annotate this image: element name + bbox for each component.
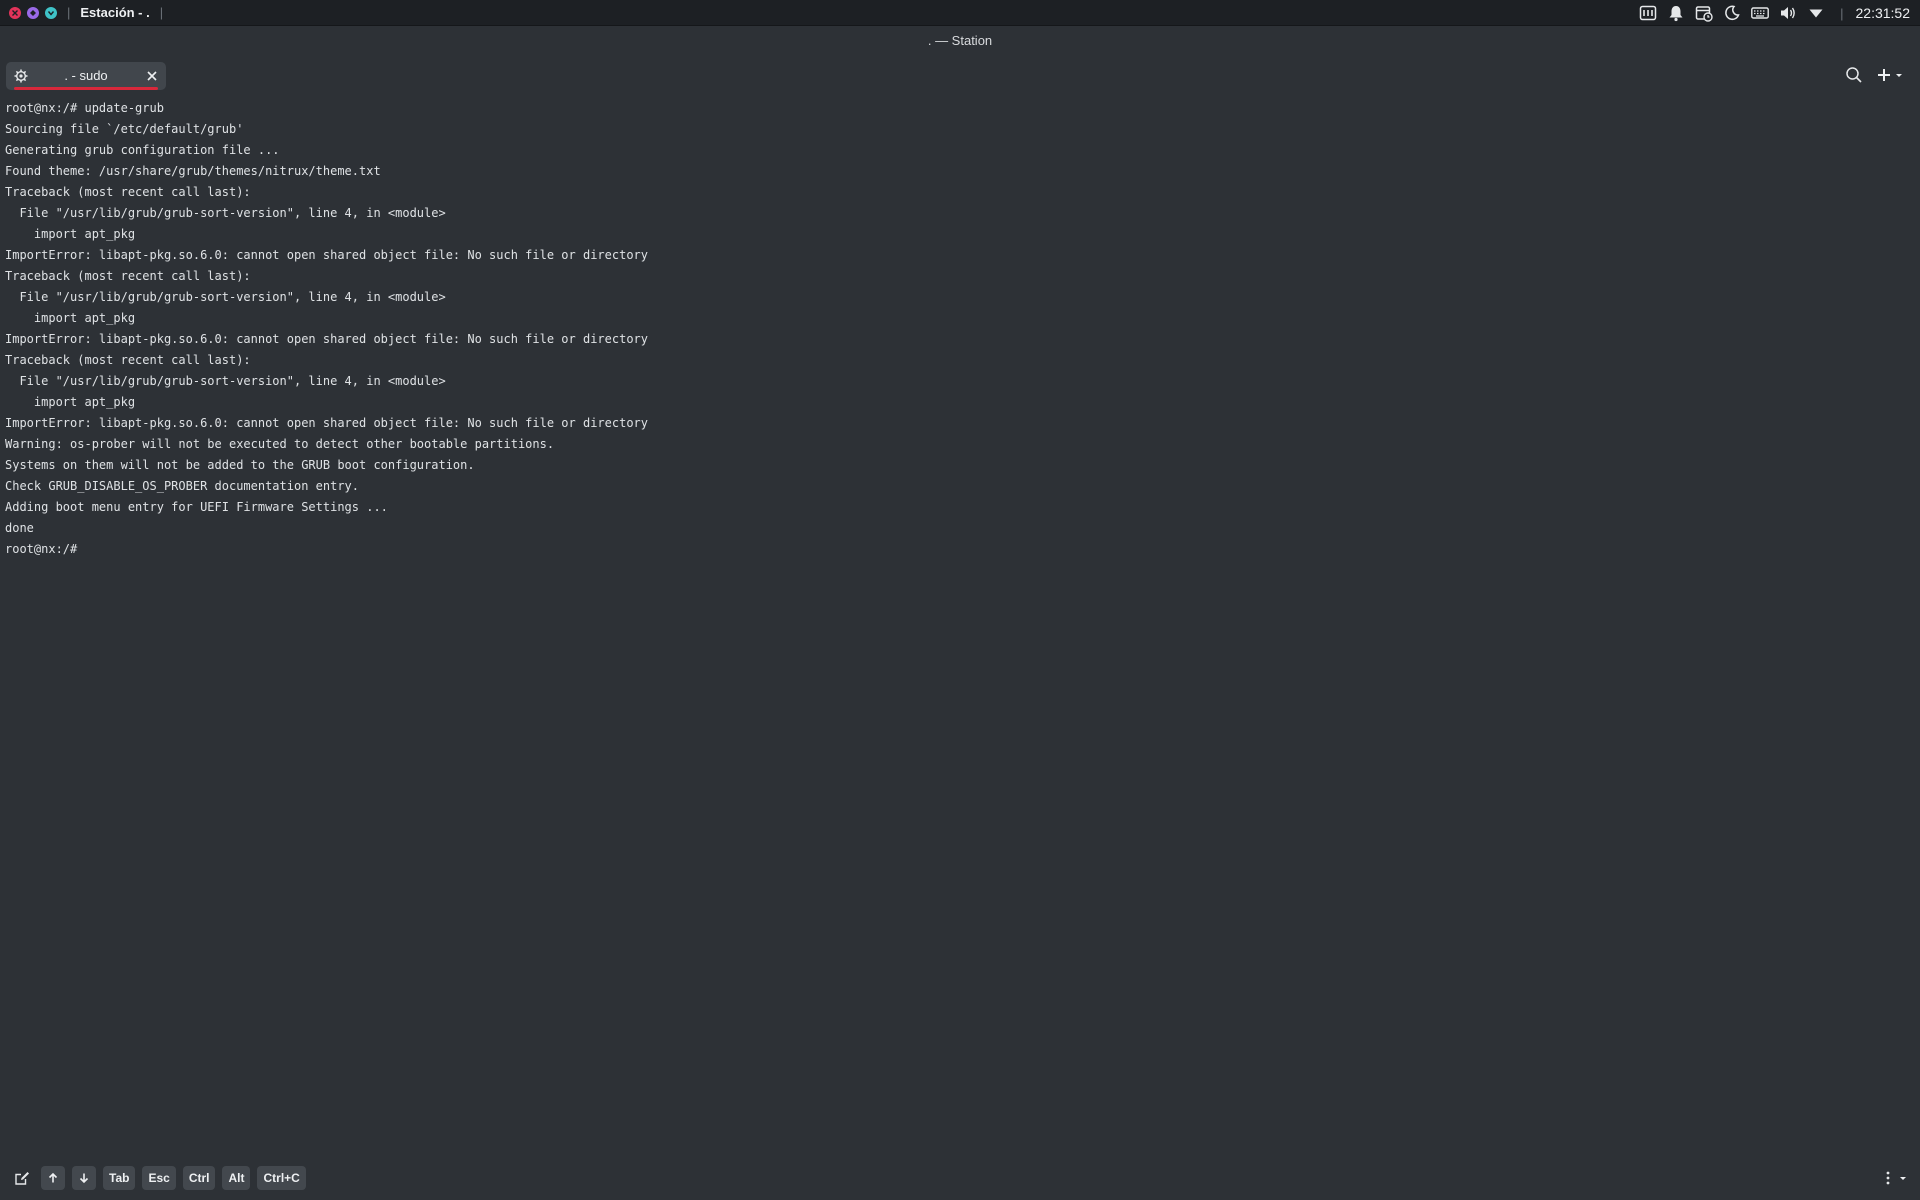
keyboard-layout-icon[interactable] xyxy=(1637,2,1659,24)
terminal-line: ImportError: libapt-pkg.so.6.0: cannot o… xyxy=(5,416,648,430)
minimize-icon xyxy=(47,10,55,16)
arrow-down-icon xyxy=(79,1173,89,1184)
ctrl-key[interactable]: Ctrl xyxy=(182,1166,216,1190)
tab-sudo[interactable]: . - sudo xyxy=(6,62,166,90)
esc-key[interactable]: Esc xyxy=(142,1166,176,1190)
terminal-line: import apt_pkg xyxy=(5,311,136,325)
terminal-line: File "/usr/lib/grub/grub-sort-version", … xyxy=(5,290,446,304)
panel-separator: | xyxy=(67,5,71,20)
terminal-line: ImportError: libapt-pkg.so.6.0: cannot o… xyxy=(5,248,648,262)
terminal-line: Traceback (most recent call last): xyxy=(5,269,251,283)
active-tab-indicator xyxy=(14,87,158,90)
calendar-icon[interactable] xyxy=(1693,2,1715,24)
tab-label: . - sudo xyxy=(64,68,108,83)
search-icon[interactable] xyxy=(1844,65,1864,85)
new-tab-button[interactable] xyxy=(1876,65,1906,85)
kebab-menu-icon xyxy=(1886,1171,1906,1185)
volume-icon[interactable] xyxy=(1777,2,1799,24)
tab-bar: . - sudo xyxy=(0,56,1920,92)
terminal-line: Traceback (most recent call last): xyxy=(5,185,251,199)
close-window-button[interactable] xyxy=(9,6,21,19)
terminal-line: root@nx:/# xyxy=(5,542,78,556)
terminal-line: Generating grub configuration file ... xyxy=(5,143,280,157)
terminal-line: Found theme: /usr/share/grub/themes/nitr… xyxy=(5,164,381,178)
terminal-line: import apt_pkg xyxy=(5,227,136,241)
close-icon[interactable] xyxy=(144,68,160,84)
terminal-line: Warning: os-prober will not be executed … xyxy=(5,437,555,451)
network-icon[interactable] xyxy=(1805,2,1827,24)
notifications-icon[interactable] xyxy=(1665,2,1687,24)
system-tray: | 22:31:52 xyxy=(1634,0,1920,26)
terminal-line: Sourcing file `/etc/default/grub' xyxy=(5,122,244,136)
virtual-keyboard-icon[interactable] xyxy=(1749,2,1771,24)
arrow-up-key[interactable] xyxy=(41,1166,65,1190)
clock[interactable]: 22:31:52 xyxy=(1856,5,1911,21)
top-panel: | Estación - . | | 22:31:52 xyxy=(0,0,1920,26)
overflow-menu-button[interactable] xyxy=(1880,1168,1910,1188)
gear-icon[interactable] xyxy=(13,68,29,84)
terminal-line: File "/usr/lib/grub/grub-sort-version", … xyxy=(5,374,446,388)
terminal-output[interactable]: root@nx:/# update-grub Sourcing file `/et… xyxy=(5,98,1905,1148)
arrow-up-icon xyxy=(48,1172,58,1183)
terminal-line: done xyxy=(5,521,34,535)
terminal-line: Check GRUB_DISABLE_OS_PROBER documentati… xyxy=(5,479,360,493)
terminal-line: Adding boot menu entry for UEFI Firmware… xyxy=(5,500,388,514)
alt-key[interactable]: Alt xyxy=(222,1166,251,1190)
close-icon xyxy=(12,9,18,16)
terminal-line: Systems on them will not be added to the… xyxy=(5,458,475,472)
ctrl-c-key[interactable]: Ctrl+C xyxy=(257,1166,306,1190)
terminal-line: root@nx:/# update-grub xyxy=(5,101,164,115)
terminal-line: import apt_pkg xyxy=(5,395,136,409)
key-bar: Tab Esc Ctrl Alt Ctrl+C xyxy=(0,1160,1920,1196)
plus-icon xyxy=(1878,69,1902,81)
maximize-icon xyxy=(30,9,36,16)
night-mode-icon[interactable] xyxy=(1721,2,1743,24)
terminal-line: Traceback (most recent call last): xyxy=(5,353,251,367)
window-title: . — Station xyxy=(927,32,993,48)
terminal-line: ImportError: libapt-pkg.so.6.0: cannot o… xyxy=(5,332,648,346)
maximize-window-button[interactable] xyxy=(27,6,39,19)
terminal-line: File "/usr/lib/grub/grub-sort-version", … xyxy=(5,206,446,220)
active-app-title[interactable]: Estación - . xyxy=(80,5,149,20)
minimize-window-button[interactable] xyxy=(45,6,57,19)
tab-key[interactable]: Tab xyxy=(103,1166,136,1190)
window-controls xyxy=(9,6,57,19)
panel-separator: | xyxy=(159,5,164,20)
panel-separator: | xyxy=(1840,5,1844,21)
arrow-down-key[interactable] xyxy=(72,1166,96,1190)
edit-icon[interactable] xyxy=(13,1169,31,1187)
